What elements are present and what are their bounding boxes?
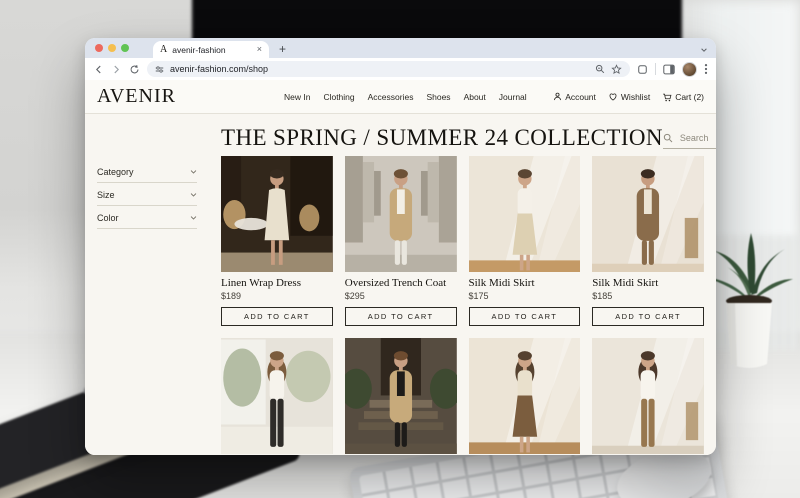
cart-link[interactable]: Cart (2)	[662, 92, 704, 102]
window-controls	[95, 44, 129, 52]
account-link[interactable]: Account	[553, 92, 596, 102]
url-text: avenir-fashion.com/shop	[170, 64, 268, 74]
product-image[interactable]	[345, 338, 457, 454]
address-bar[interactable]: avenir-fashion.com/shop	[147, 61, 630, 77]
chevron-down-icon	[190, 169, 197, 175]
site-favicon: A	[160, 44, 167, 55]
profile-avatar[interactable]	[682, 62, 697, 77]
title-row: THE SPRING / SUMMER 24 COLLECTION	[221, 122, 704, 154]
account-icon	[553, 92, 562, 101]
product-image[interactable]	[469, 156, 581, 272]
browser-window: A avenir-fashion × + avenir-fashion.com/…	[85, 38, 716, 455]
product-card: Silk Midi Skirt $185 ADD TO CART	[592, 156, 704, 326]
main-nav: New In Clothing Accessories Shoes About …	[284, 92, 527, 102]
browser-tab[interactable]: A avenir-fashion ×	[153, 41, 269, 58]
extensions-icon[interactable]	[637, 64, 648, 75]
site-logo[interactable]: AVENIR	[97, 85, 176, 108]
wishlist-link[interactable]: Wishlist	[608, 92, 650, 102]
bookmark-star-icon[interactable]	[611, 64, 622, 75]
reload-button[interactable]	[129, 64, 140, 75]
product-card: Silk Midi Skirt $175 ADD TO CART	[469, 156, 581, 326]
product-image[interactable]	[221, 156, 333, 272]
product-image[interactable]	[592, 338, 704, 454]
chevron-down-icon	[190, 192, 197, 198]
product-card	[345, 338, 457, 454]
product-price: $185	[592, 291, 704, 301]
nav-about[interactable]: About	[464, 92, 486, 102]
product-price: $175	[469, 291, 581, 301]
tab-strip: A avenir-fashion × +	[85, 38, 716, 58]
nav-shoes[interactable]: Shoes	[426, 92, 450, 102]
add-to-cart-button[interactable]: ADD TO CART	[469, 307, 581, 326]
search-input[interactable]	[678, 132, 716, 144]
side-panel-icon[interactable]	[663, 64, 675, 75]
product-name[interactable]: Linen Wrap Dress	[221, 277, 333, 289]
nav-new-in[interactable]: New In	[284, 92, 310, 102]
menu-kebab-icon[interactable]	[704, 63, 708, 75]
collection-main: THE SPRING / SUMMER 24 COLLECTION Linen …	[221, 122, 704, 455]
search-box[interactable]	[663, 132, 716, 149]
filter-color[interactable]: Color	[97, 206, 197, 229]
shop-page: Category Size Color THE SPRING / SUMMER …	[85, 114, 716, 455]
add-to-cart-button[interactable]: ADD TO CART	[345, 307, 457, 326]
heart-icon	[608, 92, 618, 101]
nav-clothing[interactable]: Clothing	[323, 92, 354, 102]
close-window-button[interactable]	[95, 44, 103, 52]
tab-title: avenir-fashion	[172, 45, 225, 55]
add-to-cart-button[interactable]: ADD TO CART	[592, 307, 704, 326]
browser-toolbar: avenir-fashion.com/shop	[85, 58, 716, 80]
search-icon	[663, 133, 673, 143]
back-button[interactable]	[93, 64, 104, 75]
product-name[interactable]: Silk Midi Skirt	[469, 277, 581, 289]
site-header: AVENIR New In Clothing Accessories Shoes…	[85, 80, 716, 114]
forward-button[interactable]	[111, 64, 122, 75]
cart-icon	[662, 92, 672, 102]
add-to-cart-button[interactable]: ADD TO CART	[221, 307, 333, 326]
zoom-window-button[interactable]	[121, 44, 129, 52]
product-card	[469, 338, 581, 454]
tab-search-chevron-icon[interactable]	[700, 46, 708, 54]
product-card: Oversized Trench Coat $295 ADD TO CART	[345, 156, 457, 326]
minimize-window-button[interactable]	[108, 44, 116, 52]
product-image[interactable]	[469, 338, 581, 454]
filter-size[interactable]: Size	[97, 183, 197, 206]
product-image[interactable]	[592, 156, 704, 272]
filter-category[interactable]: Category	[97, 160, 197, 183]
filter-sidebar: Category Size Color	[97, 122, 197, 455]
product-name[interactable]: Silk Midi Skirt	[592, 277, 704, 289]
new-tab-button[interactable]: +	[279, 43, 286, 55]
product-price: $189	[221, 291, 333, 301]
product-card: Linen Wrap Dress $189 ADD TO CART	[221, 156, 333, 326]
product-name[interactable]: Oversized Trench Coat	[345, 277, 457, 289]
page-title: THE SPRING / SUMMER 24 COLLECTION	[221, 125, 663, 151]
nav-accessories[interactable]: Accessories	[368, 92, 414, 102]
product-image[interactable]	[345, 156, 457, 272]
user-links: Account Wishlist Cart (2)	[553, 92, 704, 102]
chevron-down-icon	[190, 215, 197, 221]
product-image[interactable]	[221, 338, 333, 454]
screenshot-stage: A avenir-fashion × + avenir-fashion.com/…	[0, 0, 800, 498]
product-card	[221, 338, 333, 454]
product-price: $295	[345, 291, 457, 301]
tab-close-icon[interactable]: ×	[257, 45, 262, 54]
product-grid: Linen Wrap Dress $189 ADD TO CART Oversi…	[221, 156, 704, 454]
zoom-icon[interactable]	[595, 64, 605, 74]
site-settings-icon	[155, 65, 164, 74]
nav-journal[interactable]: Journal	[499, 92, 527, 102]
product-card	[592, 338, 704, 454]
